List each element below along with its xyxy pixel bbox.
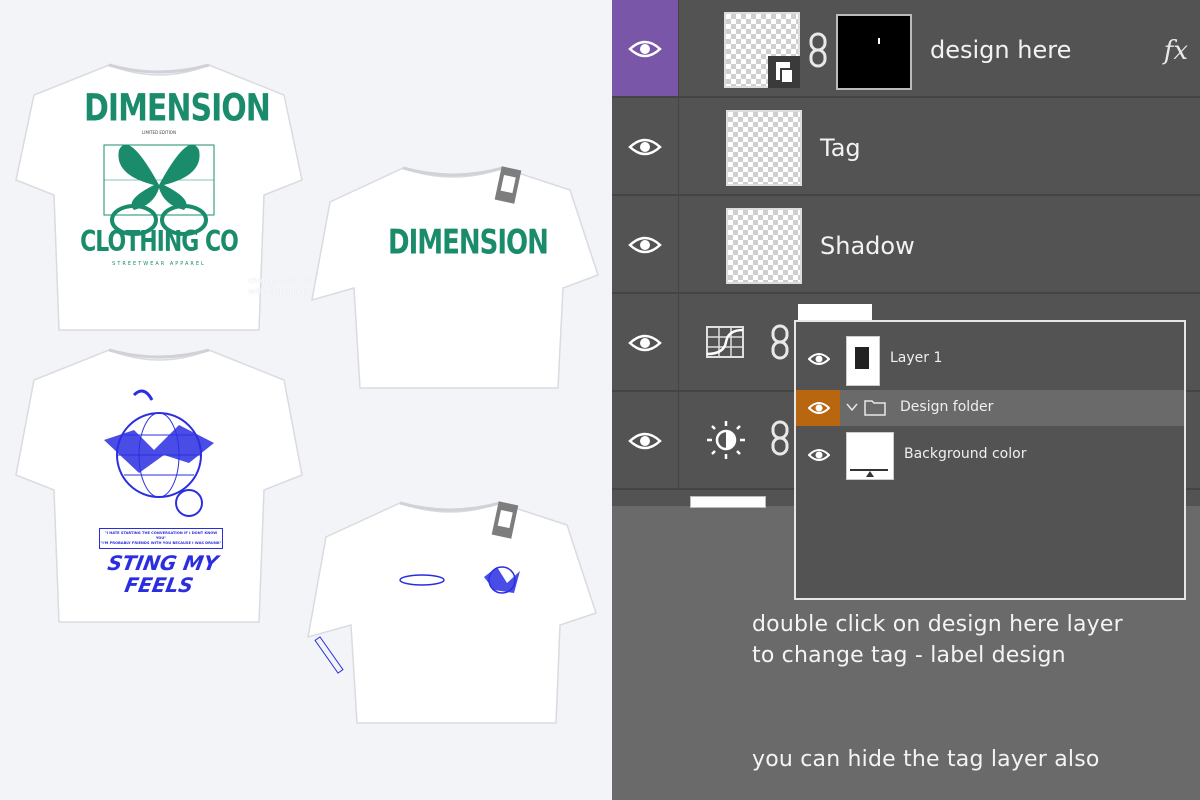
eye-icon bbox=[628, 334, 662, 352]
layer-visibility-toggle[interactable] bbox=[612, 196, 679, 292]
shirt1-title-bottom: CLOTHING CO bbox=[80, 226, 239, 259]
shirt3-quote-line1: "I HATE STARTING THE CONVERSATION IF I D… bbox=[104, 531, 218, 540]
mockup-showcase: DIMENSION LIMITED EDITION CLOTHING CO ST… bbox=[0, 0, 612, 800]
shirt2-chest-text: DIMENSION bbox=[388, 223, 549, 263]
smart-object-icon bbox=[768, 56, 800, 88]
eye-icon bbox=[628, 236, 662, 254]
shirt1-title-top: DIMENSION bbox=[84, 86, 271, 131]
eye-icon bbox=[628, 40, 662, 58]
tshirt-back-green: DIMENSION LIMITED EDITION CLOTHING CO ST… bbox=[14, 55, 304, 340]
globe-graphic bbox=[104, 389, 214, 517]
layer-visibility-toggle[interactable] bbox=[796, 336, 840, 384]
smart-object-thumbnail[interactable] bbox=[724, 12, 800, 88]
popup-row-design-folder[interactable]: Design folder bbox=[796, 390, 1184, 426]
tshirt-back-blue: "I HATE STARTING THE CONVERSATION IF I D… bbox=[14, 340, 304, 630]
layer-visibility-toggle[interactable] bbox=[796, 390, 840, 426]
eye-icon bbox=[808, 449, 830, 461]
smart-object-layers-popup: Layer 1 Design folder Background color bbox=[794, 320, 1186, 600]
link-chain-icon[interactable] bbox=[770, 324, 792, 360]
eye-icon bbox=[628, 432, 662, 450]
layer-thumbnail-partial bbox=[690, 496, 766, 508]
layer-visibility-toggle[interactable] bbox=[612, 392, 679, 488]
triangle-icon bbox=[866, 471, 874, 477]
curves-adjustment-icon bbox=[706, 326, 744, 358]
layer-mask-thumbnail[interactable] bbox=[836, 14, 912, 90]
layer-thumbnail[interactable] bbox=[846, 336, 880, 386]
tshirt-front-blue bbox=[302, 495, 602, 730]
popup-folder-name: Design folder bbox=[900, 399, 994, 415]
chevron-down-icon[interactable] bbox=[846, 402, 858, 412]
butterfly-graphic bbox=[103, 144, 215, 236]
layer-visibility-toggle[interactable] bbox=[612, 294, 679, 390]
folder-icon bbox=[864, 400, 886, 416]
annotation-line-1: double click on design here layer bbox=[752, 612, 1123, 637]
brightness-contrast-icon bbox=[707, 421, 745, 459]
tshirt-front-green: DIMENSION bbox=[308, 160, 603, 395]
layer-name-tag: Tag bbox=[820, 134, 861, 162]
layer-row-design-here[interactable]: design here fx bbox=[612, 0, 1200, 98]
popup-background-name: Background color bbox=[904, 446, 1027, 462]
link-chain-icon[interactable] bbox=[770, 420, 792, 456]
annotation-hide-tag: you can hide the tag layer also bbox=[752, 747, 1100, 772]
layer-visibility-toggle[interactable] bbox=[612, 0, 679, 96]
eye-icon bbox=[628, 138, 662, 156]
layer-visibility-toggle[interactable] bbox=[796, 432, 840, 480]
layer-thumbnail[interactable] bbox=[726, 208, 802, 284]
annotation-double-click: double click on design here layer to cha… bbox=[752, 609, 1123, 671]
layer-row-tag[interactable]: Tag bbox=[612, 98, 1200, 196]
link-chain-icon[interactable] bbox=[808, 32, 830, 68]
shirt1-tagline: STREETWEAR APPAREL bbox=[112, 261, 206, 267]
fx-icon[interactable]: fx bbox=[1164, 36, 1188, 66]
annotation-line-2: to change tag - label design bbox=[752, 643, 1066, 668]
shirt3-quote-line2: "I'M PROBABLY FRIENDS WITH YOU BECAUSE I… bbox=[100, 541, 222, 545]
eye-icon bbox=[808, 402, 830, 414]
layer-row-shadow[interactable]: Shadow bbox=[612, 196, 1200, 294]
layer-name-shadow: Shadow bbox=[820, 232, 915, 260]
layer-name-design-here: design here bbox=[930, 36, 1072, 64]
popup-row-background-color[interactable]: Background color bbox=[796, 432, 1184, 480]
layer-visibility-toggle[interactable] bbox=[612, 98, 679, 194]
popup-row-layer-1[interactable]: Layer 1 bbox=[796, 336, 1184, 386]
fill-layer-thumbnail[interactable] bbox=[846, 432, 894, 480]
eye-icon bbox=[808, 353, 830, 365]
shirt3-bottom-text: STING MY FEELS bbox=[105, 551, 221, 597]
layer-thumbnail[interactable] bbox=[726, 110, 802, 186]
popup-layer-name: Layer 1 bbox=[890, 350, 943, 366]
